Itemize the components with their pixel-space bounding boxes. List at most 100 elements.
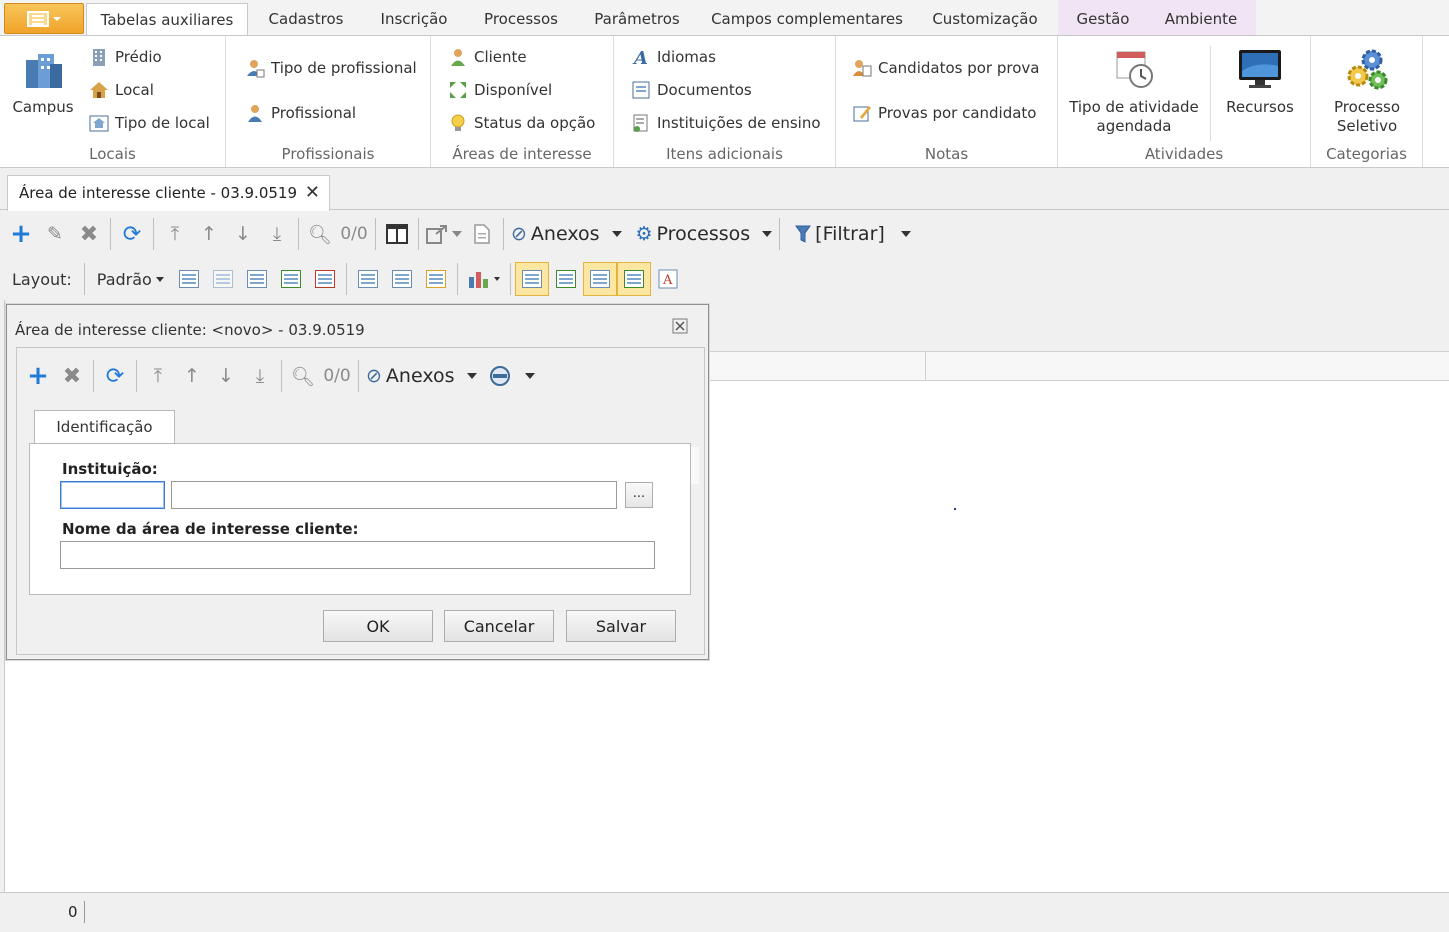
view-group-panel-toggle[interactable] bbox=[616, 262, 651, 296]
tab-identificacao[interactable]: Identificação bbox=[34, 410, 175, 444]
last-record-button[interactable]: ⤓ bbox=[260, 217, 294, 251]
report-icon bbox=[474, 224, 490, 244]
dialog-add-button[interactable]: + bbox=[21, 359, 55, 393]
idiomas-button[interactable]: A Idiomas bbox=[631, 47, 716, 67]
processo-seletivo-button[interactable]: Processo Seletivo bbox=[1319, 46, 1415, 136]
instituicoes-label: Instituições de ensino bbox=[657, 114, 821, 132]
layout-grid-button[interactable] bbox=[240, 262, 274, 296]
format-button[interactable] bbox=[419, 262, 453, 296]
delete-button[interactable]: ✖ bbox=[72, 217, 106, 251]
group-icon bbox=[357, 270, 378, 288]
previous-record-button[interactable]: ↑ bbox=[192, 217, 226, 251]
refresh-button[interactable]: ⟳ bbox=[115, 217, 149, 251]
main-toolbar: + ✎ ✖ ⟳ ⤒ ↑ ↓ ⤓ 🔍︎ 0/0 ⊘ Anexos ⚙ Proces… bbox=[4, 212, 1449, 256]
report-button[interactable] bbox=[465, 217, 499, 251]
dialog-refresh-button[interactable]: ⟳ bbox=[98, 359, 132, 393]
instituicao-code-input[interactable] bbox=[60, 481, 165, 509]
local-button[interactable]: Local bbox=[89, 80, 154, 100]
tab-ambiente[interactable]: Ambiente bbox=[1150, 3, 1252, 36]
tipo-profissional-button[interactable]: Tipo de profissional bbox=[245, 58, 417, 78]
dialog-last-button[interactable]: ⤓ bbox=[243, 359, 277, 393]
layout-select[interactable]: Padrão bbox=[89, 261, 172, 297]
add-button[interactable]: + bbox=[4, 217, 38, 251]
search-icon: 🔍︎ bbox=[290, 365, 316, 388]
export-button[interactable] bbox=[423, 217, 465, 251]
instituicao-name-input[interactable] bbox=[171, 481, 617, 509]
grid-column-header[interactable] bbox=[925, 352, 1449, 380]
next-record-button[interactable]: ↓ bbox=[226, 217, 260, 251]
font-button[interactable]: A bbox=[651, 262, 685, 296]
dialog-search-button[interactable]: 🔍︎ bbox=[286, 359, 320, 393]
layout-delete-button[interactable] bbox=[206, 262, 240, 296]
columns-button[interactable] bbox=[380, 217, 414, 251]
tipo-atividade-button[interactable]: Tipo de atividade agendada bbox=[1066, 46, 1202, 136]
provas-candidato-button[interactable]: Provas por candidato bbox=[852, 103, 1037, 123]
layout-export-button[interactable] bbox=[308, 262, 342, 296]
ok-button[interactable]: OK bbox=[323, 610, 433, 642]
documentos-button[interactable]: Documentos bbox=[631, 80, 752, 100]
summary-button[interactable] bbox=[385, 262, 419, 296]
candidatos-prova-button[interactable]: Candidatos por prova bbox=[852, 58, 1039, 78]
cancel-button[interactable]: Cancelar bbox=[444, 610, 554, 642]
tab-tabelas-auxiliares[interactable]: Tabelas auxiliares bbox=[86, 3, 248, 36]
dialog-next-button[interactable]: ↓ bbox=[209, 359, 243, 393]
document-tab[interactable]: Área de interesse cliente - 03.9.0519 ✕ bbox=[7, 175, 330, 211]
arrow-down-icon: ↓ bbox=[235, 223, 251, 245]
campus-button[interactable]: Campus bbox=[8, 46, 78, 117]
recursos-button[interactable]: Recursos bbox=[1218, 46, 1302, 117]
columns-icon bbox=[386, 224, 408, 244]
layout-import-button[interactable] bbox=[274, 262, 308, 296]
dialog-title: Área de interesse cliente: <novo> - 03.9… bbox=[15, 321, 365, 339]
tab-cadastros[interactable]: Cadastros bbox=[252, 3, 360, 36]
tab-inscricao[interactable]: Inscrição bbox=[366, 3, 462, 36]
dialog-previous-button[interactable]: ↑ bbox=[175, 359, 209, 393]
edit-button[interactable]: ✎ bbox=[38, 217, 72, 251]
group-by-button[interactable] bbox=[351, 262, 385, 296]
dialog-more-button[interactable] bbox=[486, 359, 538, 393]
gears-icon bbox=[1347, 49, 1388, 90]
filter-button[interactable]: [Filtrar] bbox=[792, 217, 914, 251]
view-filter-row-toggle[interactable] bbox=[582, 262, 617, 296]
dialog-toolbar: + ✖ ⟳ ⤒ ↑ ↓ ⤓ 🔍︎ 0/0 ⊘ Anexos bbox=[17, 358, 538, 394]
tab-customizacao[interactable]: Customização bbox=[920, 3, 1050, 36]
separator bbox=[358, 360, 359, 392]
candidatos-label: Candidatos por prova bbox=[878, 59, 1040, 77]
dialog-anexos-button[interactable]: ⊘ Anexos bbox=[363, 359, 480, 393]
cliente-button[interactable]: Cliente bbox=[448, 47, 527, 67]
disponivel-label: Disponível bbox=[474, 81, 553, 99]
tab-parametros[interactable]: Parâmetros bbox=[580, 3, 694, 36]
processos-button[interactable]: ⚙ Processos bbox=[633, 217, 776, 251]
separator bbox=[281, 360, 282, 392]
lightbulb-icon bbox=[451, 114, 465, 131]
save-button[interactable]: Salvar bbox=[566, 610, 676, 642]
dialog-first-button[interactable]: ⤒ bbox=[141, 359, 175, 393]
instituicoes-button[interactable]: Instituições de ensino bbox=[631, 113, 821, 133]
anexos-button[interactable]: ⊘ Anexos bbox=[508, 217, 625, 251]
dialog-delete-button[interactable]: ✖ bbox=[55, 359, 89, 393]
view-footer-toggle[interactable] bbox=[549, 262, 583, 296]
layout-save-button[interactable] bbox=[172, 262, 206, 296]
tab-gestao[interactable]: Gestão bbox=[1064, 3, 1142, 36]
disponivel-button[interactable]: Disponível bbox=[448, 80, 552, 100]
close-icon[interactable]: ✕ bbox=[305, 176, 320, 210]
dialog-close-button[interactable] bbox=[672, 318, 688, 334]
separator bbox=[779, 218, 781, 250]
arrow-to-bottom-icon: ⤓ bbox=[272, 223, 282, 245]
view-header-toggle[interactable] bbox=[514, 262, 549, 296]
tipo-local-button[interactable]: Tipo de local bbox=[89, 113, 210, 133]
separator bbox=[509, 263, 511, 295]
status-opcao-button[interactable]: Status da opção bbox=[448, 113, 595, 133]
predio-button[interactable]: Prédio bbox=[89, 47, 162, 67]
tab-processos[interactable]: Processos bbox=[468, 3, 574, 36]
chart-button[interactable] bbox=[462, 262, 506, 296]
tab-campos-complementares[interactable]: Campos complementares bbox=[700, 3, 914, 36]
first-record-button[interactable]: ⤒ bbox=[158, 217, 192, 251]
instituicao-lookup-button[interactable]: ... bbox=[625, 482, 653, 508]
record-count: 0 bbox=[68, 903, 78, 921]
nome-input[interactable] bbox=[60, 541, 655, 569]
separator bbox=[456, 263, 458, 295]
search-button[interactable]: 🔍︎ bbox=[303, 217, 337, 251]
profissional-button[interactable]: Profissional bbox=[245, 103, 356, 123]
app-menu-button[interactable] bbox=[4, 3, 84, 34]
database-icon bbox=[489, 366, 510, 386]
